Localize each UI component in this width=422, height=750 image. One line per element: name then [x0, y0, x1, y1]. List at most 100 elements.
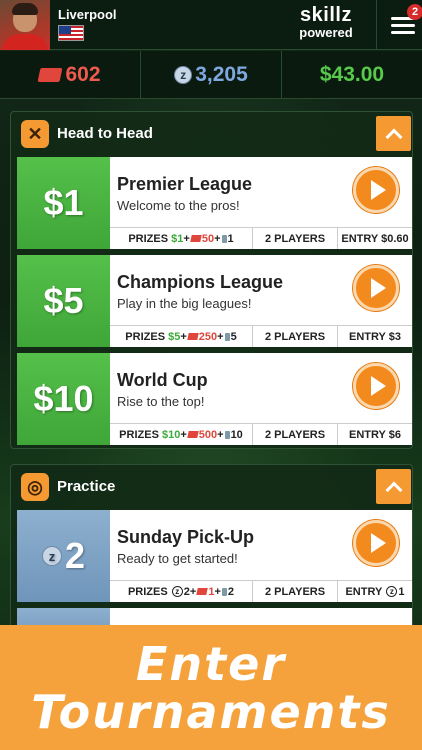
z-coin-icon: z: [386, 586, 398, 597]
prize-cash: $5: [168, 330, 181, 343]
collapse-button[interactable]: [376, 116, 411, 151]
play-icon: [371, 278, 386, 298]
trophy-icon: [224, 332, 230, 341]
prize-z: 2: [183, 585, 190, 598]
prizes-cell: PRIZES $1 +50 +1: [110, 228, 253, 249]
prize-cash: $1: [171, 232, 184, 245]
menu-button[interactable]: 2: [376, 0, 422, 50]
tournament-title: Premier League: [117, 174, 253, 194]
us-flag-icon: [58, 25, 84, 41]
ticket-icon: [37, 67, 63, 82]
tournament-card[interactable]: $10 World Cup Rise to the top! PRIZES $1…: [17, 353, 412, 445]
prizes-cell: PRIZES z 2 +1 +2: [110, 581, 253, 602]
trophy-icon: [224, 430, 230, 439]
play-icon: [371, 533, 386, 553]
section-title: Practice: [57, 478, 116, 495]
play-icon: [371, 180, 386, 200]
tournament-subtitle: Play in the big leagues!: [117, 296, 252, 311]
tournament-title: Sunday Pick-Up: [117, 527, 255, 547]
prize-trophy: 10: [230, 428, 243, 441]
entry-price-tile: $5: [17, 255, 110, 347]
players-cell: 2 PLAYERS: [253, 228, 338, 249]
cash-value: $43.00: [319, 62, 385, 86]
tournament-card[interactable]: z 2 Sunday Pick-Up Ready to get started!…: [17, 510, 412, 602]
prizes-label: PRIZES: [127, 585, 168, 598]
trophy-icon: [221, 234, 227, 243]
tournament-info: PRIZES $5 +250 +5 2 PLAYERS ENTRY $3: [110, 325, 412, 347]
prize-trophy: 1: [227, 232, 234, 245]
entry-price-tile: z 2: [17, 510, 110, 602]
play-button[interactable]: [353, 167, 399, 213]
play-button[interactable]: [353, 520, 399, 566]
chevron-up-icon: [385, 481, 402, 498]
collapse-button[interactable]: [376, 469, 411, 504]
section-header: ✕ Head to Head: [11, 112, 412, 156]
head-to-head-section: ✕ Head to Head $1 Premier League Welcome…: [10, 111, 413, 449]
tournament-subtitle: Welcome to the pros!: [117, 198, 240, 213]
hamburger-line: [391, 31, 415, 34]
tournament-card[interactable]: $5 Champions League Play in the big leag…: [17, 255, 412, 347]
prizes-cell: PRIZES $10 +500 +10: [110, 424, 253, 445]
entry-z: 1: [398, 585, 405, 598]
flag-canton: [59, 26, 71, 34]
players-cell: 2 PLAYERS: [253, 581, 338, 602]
tournament-card[interactable]: $1 Premier League Welcome to the pros! P…: [17, 157, 412, 249]
prizes-cell: PRIZES $5 +250 +5: [110, 326, 253, 347]
skillz-logo: skillz powered: [290, 5, 362, 39]
tickets-balance[interactable]: 602: [0, 51, 141, 98]
entry-cell: ENTRY $0.60: [341, 232, 409, 245]
practice-price: 2: [64, 535, 86, 576]
brand-line1: skillz: [300, 4, 352, 26]
prize-tickets: 500: [198, 428, 218, 441]
prize-tickets: 50: [201, 232, 215, 245]
section-title: Head to Head: [57, 125, 153, 142]
prize-cash: $10: [161, 428, 181, 441]
tournament-info: PRIZES $10 +500 +10 2 PLAYERS ENTRY $6: [110, 423, 412, 445]
prizes-label: PRIZES: [119, 428, 159, 441]
prizes-label: PRIZES: [128, 232, 169, 245]
tournament-title: Champions League: [117, 272, 284, 292]
top-bar: Liverpool skillz powered 2: [0, 0, 422, 50]
entry-cell: ENTRY $6: [349, 428, 401, 441]
z-coins-value: 3,205: [195, 62, 248, 86]
section-header: ◎ Practice: [11, 465, 412, 509]
play-button[interactable]: [353, 265, 399, 311]
entry-cell: ENTRY z1: [338, 581, 412, 602]
avatar-hair: [12, 3, 38, 15]
entry-cell: ENTRY $3: [349, 330, 401, 343]
brand-line2: powered: [299, 25, 353, 40]
players-cell: 2 PLAYERS: [253, 424, 338, 445]
entry-label: ENTRY: [345, 585, 383, 598]
target-icon: ◎: [21, 473, 49, 501]
avatar[interactable]: [0, 0, 50, 50]
ticket-icon: [187, 333, 199, 340]
tournament-info: PRIZES z 2 +1 +2 2 PLAYERS ENTRY z1: [110, 580, 412, 602]
balance-bar: 602 z 3,205 $43.00: [0, 51, 422, 99]
notification-badge: 2: [407, 4, 422, 20]
tournament-info: PRIZES $1 +50 +1 2 PLAYERS ENTRY $0.60: [110, 227, 412, 249]
trophy-icon: [221, 587, 227, 596]
ticket-icon: [190, 235, 202, 242]
z-coin-icon: z: [174, 65, 193, 84]
play-button[interactable]: [353, 363, 399, 409]
prize-trophy: 2: [227, 585, 235, 598]
z-coin-icon: z: [171, 586, 183, 597]
z-coins-balance[interactable]: z 3,205: [141, 51, 282, 98]
prize-trophy: 5: [230, 330, 237, 343]
tournament-subtitle: Ready to get started!: [117, 551, 238, 566]
prize-tickets: 250: [198, 330, 218, 343]
tickets-value: 602: [65, 62, 101, 86]
entry-price-tile: $10: [17, 353, 110, 445]
promo-banner: Enter Tournaments: [0, 625, 422, 750]
cash-balance[interactable]: $43.00: [282, 51, 422, 98]
play-icon: [371, 376, 386, 396]
username[interactable]: Liverpool: [58, 7, 117, 22]
tournament-subtitle: Rise to the top!: [117, 394, 205, 409]
banner-line1: Enter: [135, 636, 287, 691]
practice-section: ◎ Practice z 2 Sunday Pick-Up Ready to g…: [10, 464, 413, 644]
banner-line2: Tournaments: [31, 684, 391, 739]
hamburger-line: [391, 24, 415, 27]
chevron-up-icon: [385, 128, 402, 145]
ticket-icon: [187, 431, 199, 438]
tournament-title: World Cup: [117, 370, 208, 390]
